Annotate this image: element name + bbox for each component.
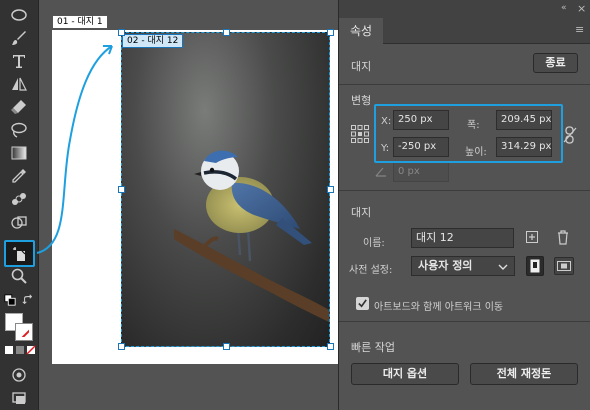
- close-panel-icon[interactable]: ×: [577, 2, 586, 15]
- handle-middle-right[interactable]: [327, 186, 334, 193]
- ellipse-icon[interactable]: [7, 4, 31, 26]
- move-artwork-label: 아트보드와 함께 아트워크 이동: [374, 302, 504, 313]
- blend-icon[interactable]: [7, 188, 31, 210]
- divider: [339, 190, 590, 191]
- artboard-props-title: 대지: [351, 206, 372, 219]
- artboard-icon[interactable]: [4, 240, 35, 267]
- divider: [339, 84, 590, 85]
- handle-top-right[interactable]: [327, 29, 334, 36]
- swap-colors-icon[interactable]: [20, 289, 36, 311]
- delete-artboard-icon[interactable]: [556, 229, 570, 245]
- handle-bottom-right[interactable]: [327, 343, 334, 350]
- draw-mode-icon[interactable]: [7, 364, 31, 386]
- reference-point-icon[interactable]: [350, 124, 370, 144]
- tab-properties[interactable]: 속성: [339, 18, 383, 44]
- artboard-name-field[interactable]: 대지 12: [411, 228, 514, 248]
- type-icon[interactable]: [7, 50, 31, 72]
- zoom-icon[interactable]: [7, 265, 31, 287]
- preset-label: 사전 설정:: [349, 265, 393, 276]
- tools-panel: [0, 0, 39, 410]
- artboard-options-button[interactable]: 대지 옵션: [351, 363, 459, 385]
- handle-middle-left[interactable]: [118, 186, 125, 193]
- transform-highlight: [374, 104, 563, 163]
- exit-artboard-button[interactable]: 종료: [533, 53, 578, 73]
- eraser-icon[interactable]: [7, 96, 31, 118]
- angle-icon: [375, 165, 387, 177]
- gradient-icon[interactable]: [7, 142, 31, 164]
- panel-menu-icon[interactable]: ≡: [575, 23, 584, 36]
- artboard-12-label[interactable]: 02 - 대지 12: [122, 34, 184, 48]
- panel-tab-bar: 속성 ≡: [339, 18, 590, 44]
- collapse-panel-icon[interactable]: «: [561, 3, 567, 13]
- handle-top-left[interactable]: [118, 29, 125, 36]
- screen-mode-icon[interactable]: [7, 387, 31, 409]
- constrain-proportions-icon[interactable]: [563, 126, 577, 144]
- angle-field: 0 px: [393, 162, 449, 182]
- name-label: 이름:: [363, 238, 385, 249]
- artboard-section-title: 대지: [351, 60, 372, 73]
- divider: [339, 321, 590, 322]
- handle-top-center[interactable]: [223, 29, 230, 36]
- stroke-color-swatch[interactable]: [15, 323, 33, 341]
- add-artboard-icon[interactable]: [525, 230, 539, 244]
- preset-dropdown[interactable]: 사용자 정의: [411, 256, 515, 276]
- brush-icon[interactable]: [7, 27, 31, 49]
- artboard-12[interactable]: [121, 32, 330, 347]
- rearrange-all-button[interactable]: 전체 재정돈: [470, 363, 578, 385]
- portrait-orientation-button[interactable]: [526, 256, 544, 276]
- color-mode-icons[interactable]: [4, 344, 36, 356]
- eyedropper-icon[interactable]: [7, 165, 31, 187]
- properties-panel: « × 속성 ≡ 대지 종료 변형 X: 250 px Y: -250 px 폭…: [338, 0, 590, 410]
- move-artwork-checkbox[interactable]: [356, 297, 369, 310]
- transform-section-title: 변형: [351, 94, 372, 107]
- preset-value: 사용자 정의: [418, 259, 473, 272]
- quick-actions-title: 빠른 작업: [351, 341, 395, 354]
- reflect-icon[interactable]: [7, 73, 31, 95]
- handle-bottom-center[interactable]: [223, 343, 230, 350]
- chevron-down-icon: [498, 264, 508, 270]
- default-colors-icon[interactable]: [3, 289, 17, 311]
- handle-bottom-left[interactable]: [118, 343, 125, 350]
- landscape-orientation-button[interactable]: [554, 257, 574, 275]
- panel-header-bar: « ×: [339, 0, 590, 18]
- artboard-1-label[interactable]: 01 - 대지 1: [52, 15, 108, 29]
- document-canvas[interactable]: 01 - 대지 1 02 - 대지 12: [40, 0, 338, 410]
- lasso-icon[interactable]: [7, 119, 31, 141]
- bird-photo: [174, 150, 329, 323]
- shape-builder-icon[interactable]: [7, 211, 31, 233]
